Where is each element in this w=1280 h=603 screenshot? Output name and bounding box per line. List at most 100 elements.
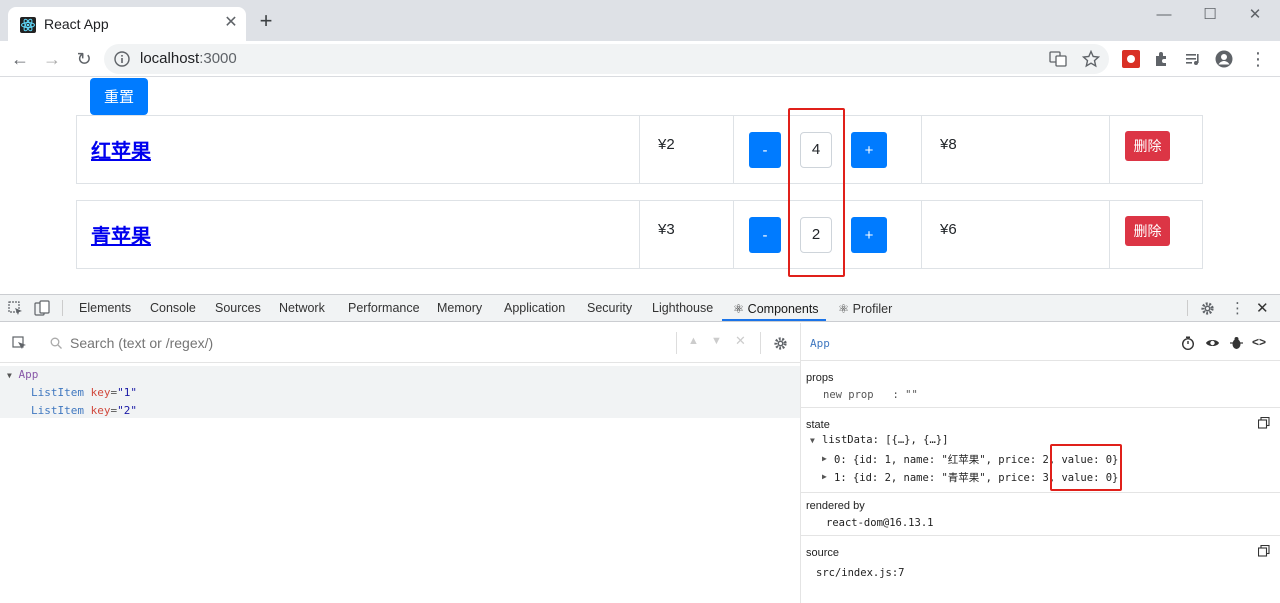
- info-icon[interactable]: [114, 51, 130, 67]
- tab-close-icon[interactable]: ✕: [222, 14, 240, 32]
- tab-sources[interactable]: Sources: [215, 301, 261, 315]
- collapse-caret-icon[interactable]: ▶: [822, 454, 827, 463]
- select-element-icon[interactable]: [12, 336, 27, 351]
- decrement-button[interactable]: -: [749, 217, 781, 253]
- window-close-icon[interactable]: ✕: [1244, 4, 1266, 26]
- component-settings-icon[interactable]: [773, 336, 788, 351]
- browser-tab[interactable]: React App ✕: [8, 7, 246, 41]
- new-prop-field[interactable]: new prop : "": [823, 389, 918, 401]
- address-bar[interactable]: localhost:3000: [104, 44, 1109, 74]
- node-key-value: "2": [117, 404, 137, 417]
- browser-menu-icon[interactable]: ⋮: [1246, 47, 1270, 71]
- inspected-component-name: App: [810, 337, 830, 350]
- active-tab-indicator: [722, 319, 826, 321]
- devtools-menu-icon[interactable]: ⋮: [1230, 299, 1245, 317]
- expand-caret-icon[interactable]: ▼: [810, 436, 815, 445]
- translate-icon[interactable]: [1049, 50, 1067, 68]
- component-search-bar: ▲ ▼ ✕: [0, 323, 800, 363]
- action-cell: 删除: [1110, 201, 1204, 268]
- extension-red-icon[interactable]: [1122, 50, 1140, 68]
- search-input[interactable]: [70, 333, 660, 353]
- url-text: localhost:3000: [140, 50, 237, 67]
- tab-lighthouse[interactable]: Lighthouse: [652, 301, 713, 315]
- tab-title: React App: [44, 16, 109, 32]
- source-section-title: source: [806, 547, 840, 559]
- app-page: 重置 红苹果 ¥2 - 4 + ¥8 删除 青苹果 ¥3 - 2 + ¥6 删除: [0, 78, 1280, 294]
- tree-node-listitem[interactable]: ListItem key="2": [31, 404, 137, 417]
- tab-console[interactable]: Console: [150, 301, 196, 315]
- node-key-attr: key: [90, 386, 111, 399]
- node-label: App: [18, 368, 39, 381]
- total-cell: ¥6: [922, 201, 1110, 268]
- profile-avatar-icon[interactable]: [1215, 50, 1233, 68]
- section-divider: [801, 535, 1280, 536]
- search-divider: [760, 332, 761, 354]
- node-label: ListItem: [31, 386, 84, 399]
- delete-button[interactable]: 删除: [1125, 216, 1170, 246]
- delete-button[interactable]: 删除: [1125, 131, 1170, 161]
- copy-icon[interactable]: [1258, 545, 1270, 557]
- expand-caret-icon[interactable]: ▼: [7, 371, 12, 380]
- extensions-puzzle-icon[interactable]: [1153, 50, 1171, 68]
- inspect-element-icon[interactable]: [8, 301, 23, 316]
- minimize-icon[interactable]: —: [1153, 4, 1175, 26]
- rendered-by-title: rendered by: [806, 500, 865, 512]
- clear-search-icon[interactable]: ✕: [735, 333, 746, 349]
- next-result-icon[interactable]: ▼: [711, 335, 722, 347]
- maximize-icon[interactable]: ☐: [1199, 4, 1221, 26]
- reload-icon[interactable]: ↻: [72, 47, 96, 71]
- bookmark-star-icon[interactable]: [1082, 50, 1100, 68]
- close-devtools-icon[interactable]: ✕: [1256, 299, 1269, 317]
- forward-icon[interactable]: →: [40, 47, 64, 71]
- tab-network[interactable]: Network: [279, 301, 325, 315]
- devtools-panel: Elements Console Sources Network Perform…: [0, 294, 1280, 603]
- tab-elements[interactable]: Elements: [79, 301, 131, 315]
- browser-tab-strip: React App ✕ + — ☐ ✕: [0, 0, 1280, 41]
- component-tree-pane: ▲ ▼ ✕ ▼ App ListItem key="1" ListItem ke…: [0, 323, 800, 603]
- increment-button[interactable]: +: [851, 217, 887, 253]
- node-label: ListItem: [31, 404, 84, 417]
- collapse-caret-icon[interactable]: ▶: [822, 472, 827, 481]
- tab-performance[interactable]: Performance: [348, 301, 420, 315]
- toolbar-divider: [1187, 300, 1188, 316]
- inspect-dom-eye-icon[interactable]: [1205, 337, 1220, 349]
- tree-node-app[interactable]: ▼ App: [7, 368, 38, 381]
- total-cell: ¥8: [922, 116, 1110, 183]
- tab-profiler[interactable]: ⚛ Profiler: [838, 301, 892, 316]
- tab-security[interactable]: Security: [587, 301, 632, 315]
- new-tab-icon[interactable]: +: [255, 10, 277, 32]
- decrement-button[interactable]: -: [749, 132, 781, 168]
- source-location-link[interactable]: src/index.js:7: [816, 567, 905, 579]
- state-section-title: state: [806, 419, 830, 431]
- copy-icon[interactable]: [1258, 417, 1270, 429]
- product-name-link[interactable]: 青苹果: [91, 220, 151, 249]
- reset-button[interactable]: 重置: [90, 78, 148, 115]
- back-icon[interactable]: ←: [8, 47, 32, 71]
- search-icon: [50, 337, 62, 349]
- value-highlight-box: [1050, 444, 1122, 491]
- product-name-link[interactable]: 红苹果: [91, 135, 151, 164]
- suspend-timer-icon[interactable]: [1181, 336, 1195, 350]
- increment-button[interactable]: +: [851, 132, 887, 168]
- tab-components[interactable]: ⚛ Components: [733, 301, 819, 316]
- node-key-attr: key: [90, 404, 111, 417]
- total-price: ¥8: [940, 136, 957, 153]
- tab-memory[interactable]: Memory: [437, 301, 482, 315]
- component-tree: ▼ App ListItem key="1" ListItem key="2": [0, 366, 800, 418]
- component-inspector-pane: App <> props new prop : "" state ▼ listD…: [800, 323, 1280, 603]
- tab-application[interactable]: Application: [504, 301, 565, 315]
- toolbar-divider: [62, 300, 63, 316]
- media-queue-icon[interactable]: [1184, 50, 1202, 68]
- device-toolbar-icon[interactable]: [34, 300, 50, 316]
- section-divider: [801, 360, 1280, 361]
- state-listdata[interactable]: listData: [{…}, {…}]: [822, 434, 948, 446]
- price-cell: ¥2: [640, 116, 734, 183]
- view-source-icon[interactable]: <>: [1252, 335, 1266, 349]
- previous-result-icon[interactable]: ▲: [688, 335, 699, 347]
- log-bug-icon[interactable]: [1230, 336, 1243, 350]
- props-section-title: props: [806, 372, 834, 384]
- devtools-tab-bar: Elements Console Sources Network Perform…: [0, 295, 1280, 322]
- settings-gear-icon[interactable]: [1200, 301, 1215, 316]
- tree-node-listitem[interactable]: ListItem key="1": [31, 386, 137, 399]
- price-cell: ¥3: [640, 201, 734, 268]
